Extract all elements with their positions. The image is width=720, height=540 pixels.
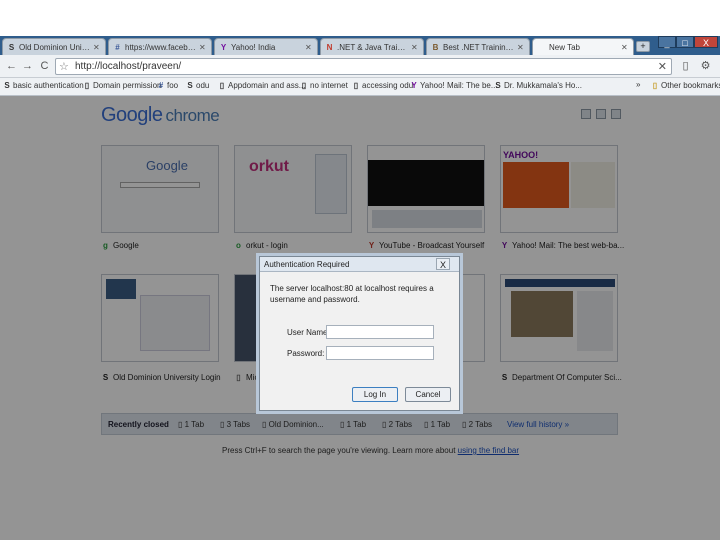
bookmark-icon: S	[187, 81, 193, 90]
chevron-more-icon[interactable]: »	[636, 80, 640, 89]
other-bookmarks[interactable]: ▯ Other bookmarks	[651, 81, 720, 90]
favicon-icon: B	[432, 42, 439, 52]
close-icon[interactable]: ✕	[199, 43, 207, 52]
bookmark-item[interactable]: ▯ no internet	[300, 81, 348, 90]
page-icon: ▯	[353, 81, 359, 90]
close-icon[interactable]: ✕	[93, 43, 101, 52]
page-icon: ▯	[84, 81, 90, 90]
close-icon[interactable]: ✕	[621, 43, 629, 52]
maximize-button[interactable]: □	[676, 36, 694, 48]
bookmark-item[interactable]: ▯ accessing odu	[352, 81, 413, 90]
bookmark-icon: S	[4, 81, 10, 90]
password-label: Password:	[287, 349, 325, 358]
close-icon[interactable]: ✕	[305, 43, 313, 52]
reload-button[interactable]: C	[37, 59, 52, 74]
tab-label: Best .NET Training | Pun...	[443, 42, 515, 52]
password-input[interactable]	[326, 346, 434, 360]
bookmark-item[interactable]: Sbasic authentication	[3, 81, 83, 90]
minimize-button[interactable]: _	[658, 36, 676, 48]
tab-facebook[interactable]: # https://www.facebook.c... ✕	[108, 38, 212, 55]
page-icon: ▯	[301, 81, 307, 90]
url-text[interactable]: http://localhost/praveen/	[75, 61, 181, 72]
cancel-button[interactable]: Cancel	[405, 387, 451, 402]
bookmark-item[interactable]: Sodu	[186, 81, 209, 90]
tab-yahoo[interactable]: Y Yahoo! India ✕	[214, 38, 318, 55]
dialog-title: Authentication Required	[260, 257, 459, 272]
close-window-button[interactable]: X	[694, 36, 718, 48]
login-button[interactable]: Log In	[352, 387, 398, 402]
authentication-dialog: Authentication Required X The server loc…	[259, 256, 460, 411]
wrench-menu-button[interactable]: ⚙	[698, 59, 713, 74]
new-tab-button[interactable]: +	[636, 41, 650, 52]
username-input[interactable]	[326, 325, 434, 339]
tab-net-java[interactable]: N .NET & Java Training ar... ✕	[320, 38, 424, 55]
favicon-icon: #	[115, 42, 120, 52]
bookmark-icon: Y	[411, 81, 417, 90]
close-icon[interactable]: ✕	[517, 43, 525, 52]
bookmark-icon: S	[495, 81, 501, 90]
address-bar[interactable]: ☆ http://localhost/praveen/ ✕	[55, 58, 672, 75]
tab-label: https://www.facebook.c...	[125, 42, 197, 52]
forward-button[interactable]: →	[20, 59, 35, 74]
tab-label: Yahoo! India	[231, 42, 276, 52]
username-label: User Name:	[287, 328, 330, 337]
tab-label: New Tab	[549, 42, 580, 52]
tab-label: Old Dominion Univers...	[19, 42, 91, 52]
tab-label: .NET & Java Training ar...	[337, 42, 409, 52]
tab-strip: S Old Dominion Univers... ✕ # https://ww…	[0, 36, 720, 55]
bookmark-item[interactable]: Y Yahoo! Mail: The be...	[410, 81, 497, 90]
close-icon[interactable]: ✕	[411, 43, 419, 52]
tab-old-dominion[interactable]: S Old Dominion Univers... ✕	[2, 38, 106, 55]
tab-new-tab[interactable]: New Tab ✕	[532, 38, 634, 55]
close-icon[interactable]: ✕	[658, 60, 667, 73]
bookmark-item[interactable]: S Dr. Mukkamala's Ho...	[494, 81, 582, 90]
favicon-icon: S	[8, 42, 15, 52]
tab-best-net[interactable]: B Best .NET Training | Pun... ✕	[426, 38, 530, 55]
bookmark-icon: #	[158, 81, 164, 90]
favicon-icon: N	[326, 42, 333, 52]
back-button[interactable]: ←	[4, 59, 19, 74]
bookmark-item[interactable]: # foo	[157, 81, 178, 90]
bookmarks-bar: Sbasic authentication ▯ Domain permission…	[0, 78, 720, 96]
bookmark-item[interactable]: ▯ Appdomain and ass...	[218, 81, 306, 90]
favicon-icon	[537, 43, 546, 52]
toolbar: ← → C ☆ http://localhost/praveen/ ✕ ▯ ⚙	[0, 55, 720, 78]
favicon-icon: Y	[220, 42, 227, 52]
dialog-message: The server localhost:80 at localhost req…	[270, 284, 434, 304]
dialog-close-button[interactable]: X	[436, 258, 450, 270]
bookmark-item[interactable]: ▯ Domain permission	[83, 81, 162, 90]
star-icon[interactable]: ☆	[59, 60, 69, 73]
page-icon: ▯	[219, 81, 225, 90]
folder-icon: ▯	[652, 81, 658, 90]
page-menu-button[interactable]: ▯	[678, 59, 693, 74]
